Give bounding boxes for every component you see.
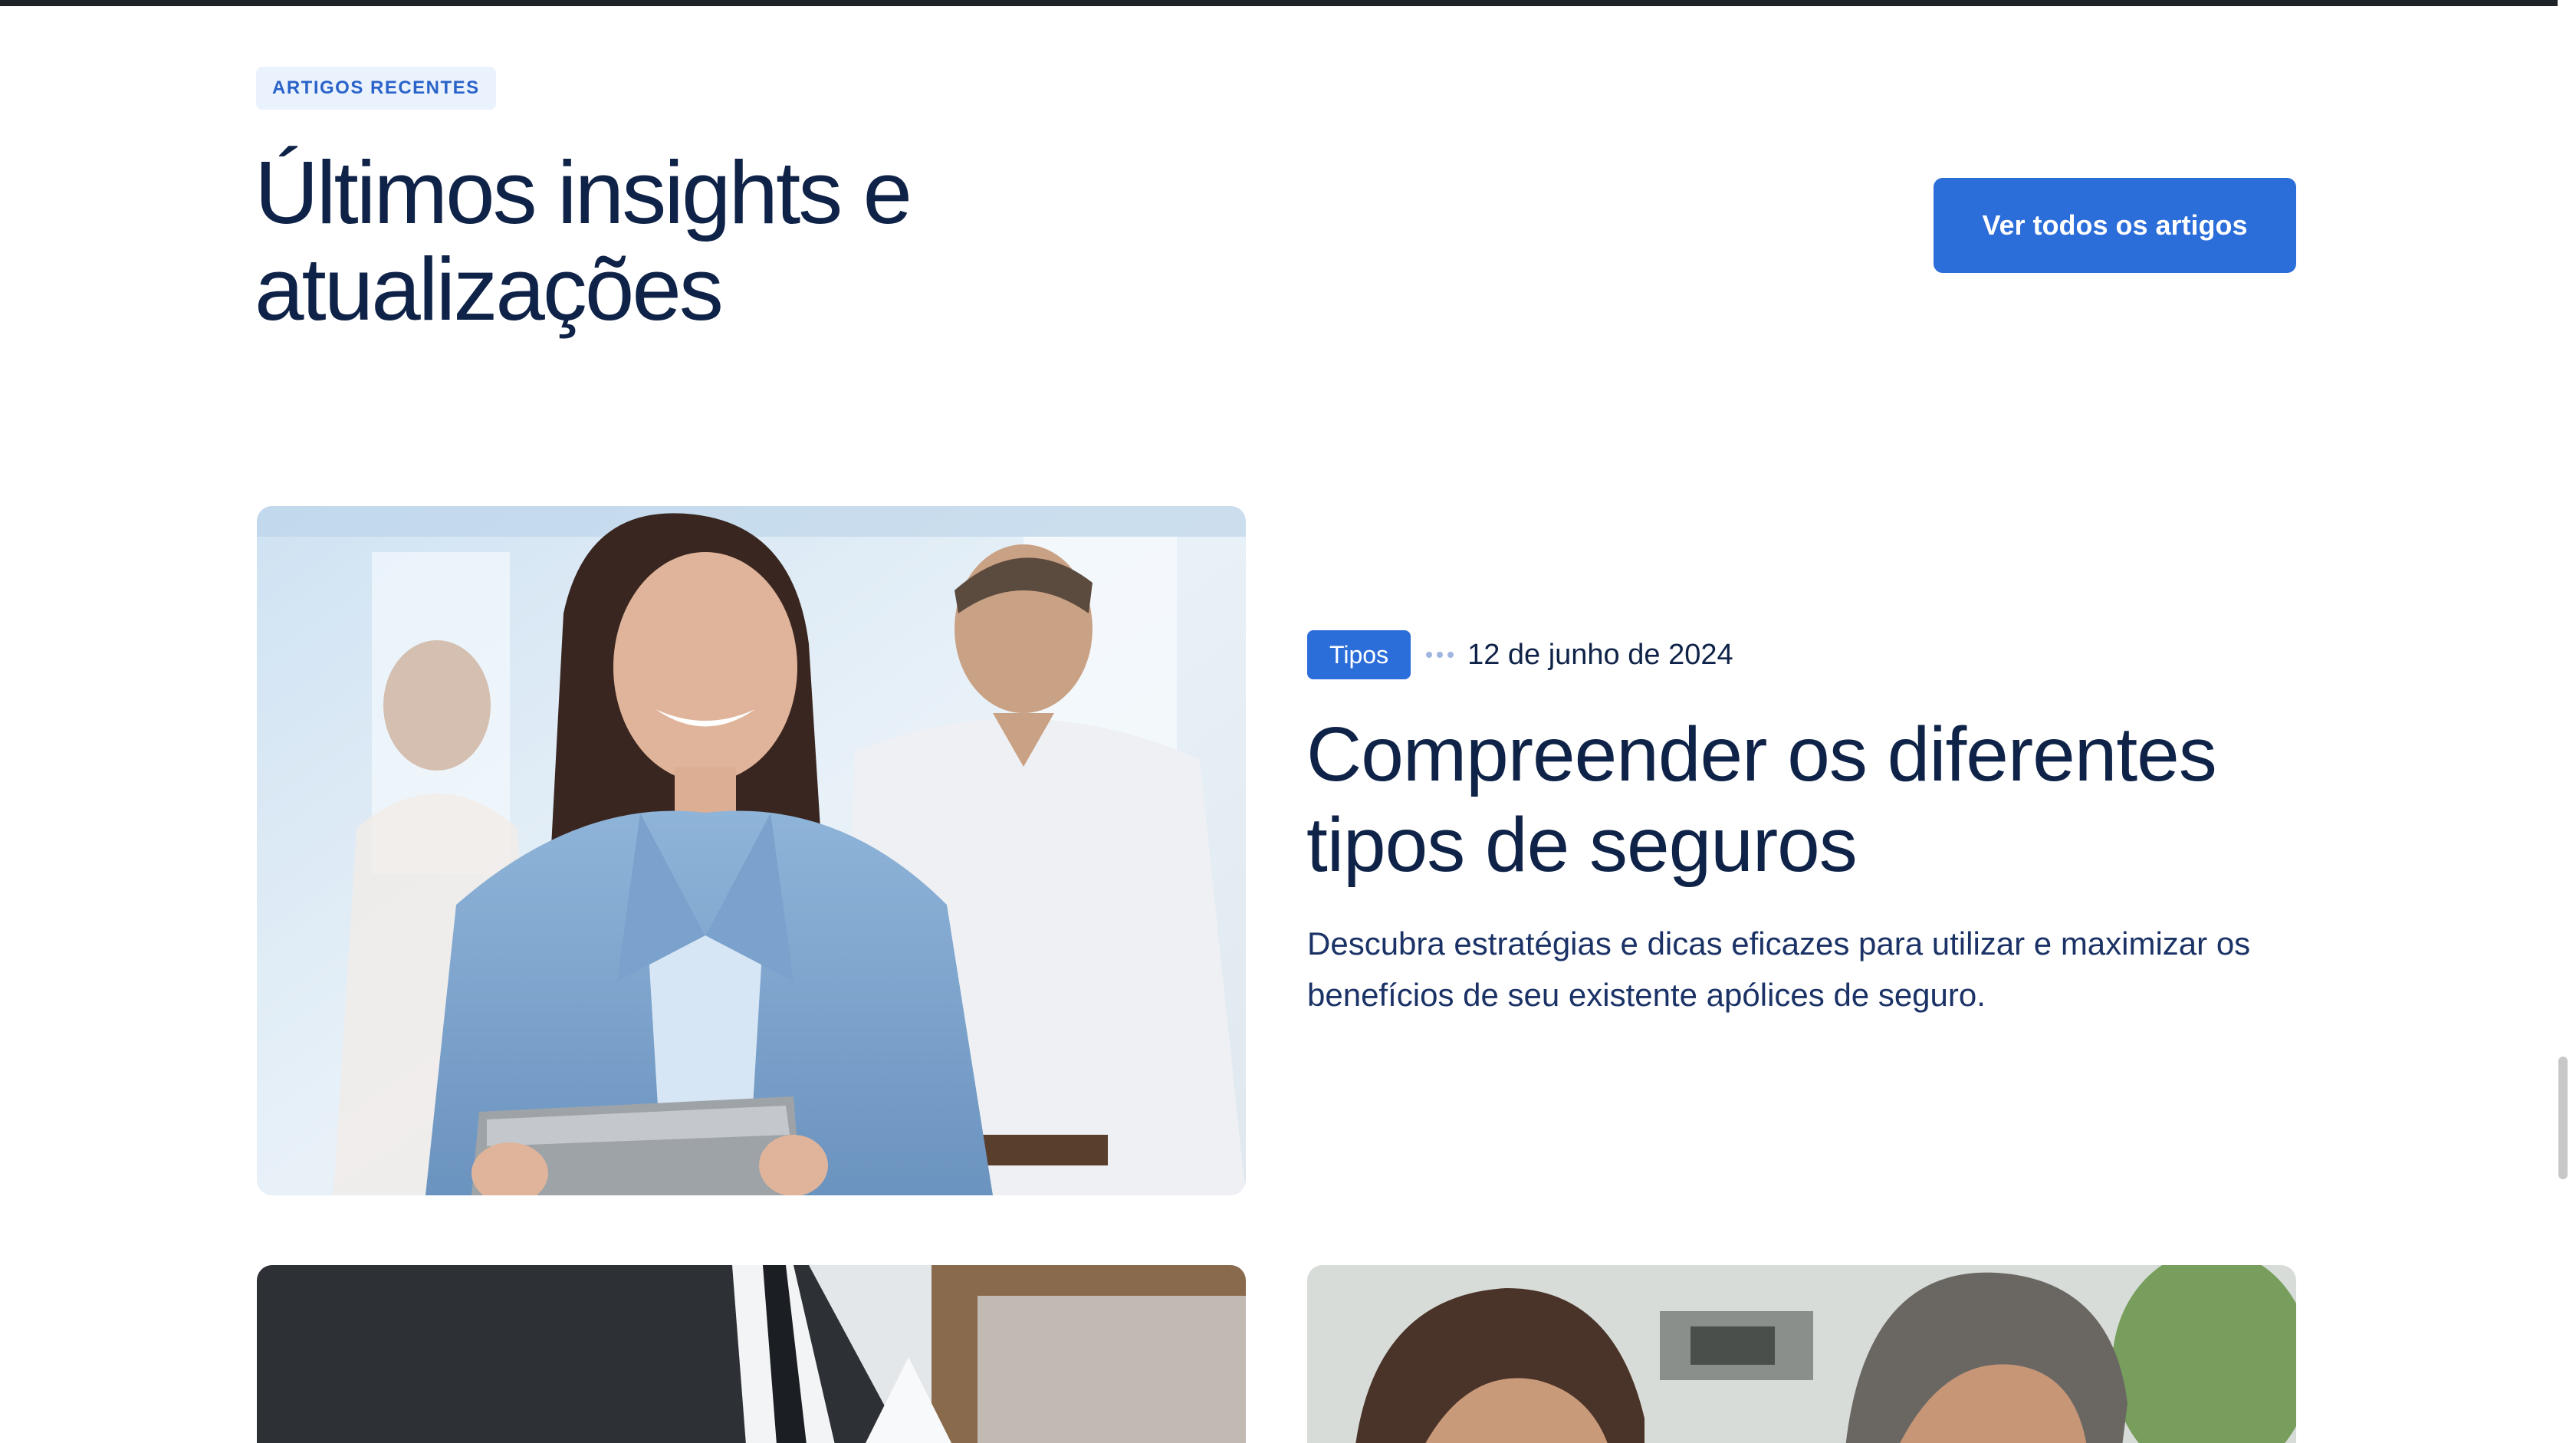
top-border [0, 0, 2576, 6]
article-card-image[interactable] [257, 1265, 1246, 1443]
article-card-image[interactable] [1307, 1265, 2296, 1443]
post-meta: Tipos 12 de junho de 2024 [1307, 630, 1733, 679]
post-excerpt: Descubra estratégias e dicas eficazes pa… [1307, 925, 2251, 1013]
dots-separator-icon [1426, 652, 1454, 658]
scrollbar-track[interactable] [2558, 0, 2576, 1443]
post-date: 12 de junho de 2024 [1467, 638, 1733, 671]
section-badge: ARTIGOS RECENTES [256, 67, 496, 110]
category-tag[interactable]: Tipos [1307, 630, 1411, 679]
post-title[interactable]: Compreender os diferentes tipos de segur… [1306, 709, 2318, 890]
blog-page: ARTIGOS RECENTES Últimos insights e atua… [0, 0, 2576, 1443]
scrollbar-thumb[interactable] [2558, 1057, 2568, 1179]
section-title: Últimos insights e atualizações [255, 143, 912, 339]
featured-post-image[interactable] [257, 506, 1246, 1195]
view-all-articles-button[interactable]: Ver todos os artigos [1934, 178, 2296, 273]
